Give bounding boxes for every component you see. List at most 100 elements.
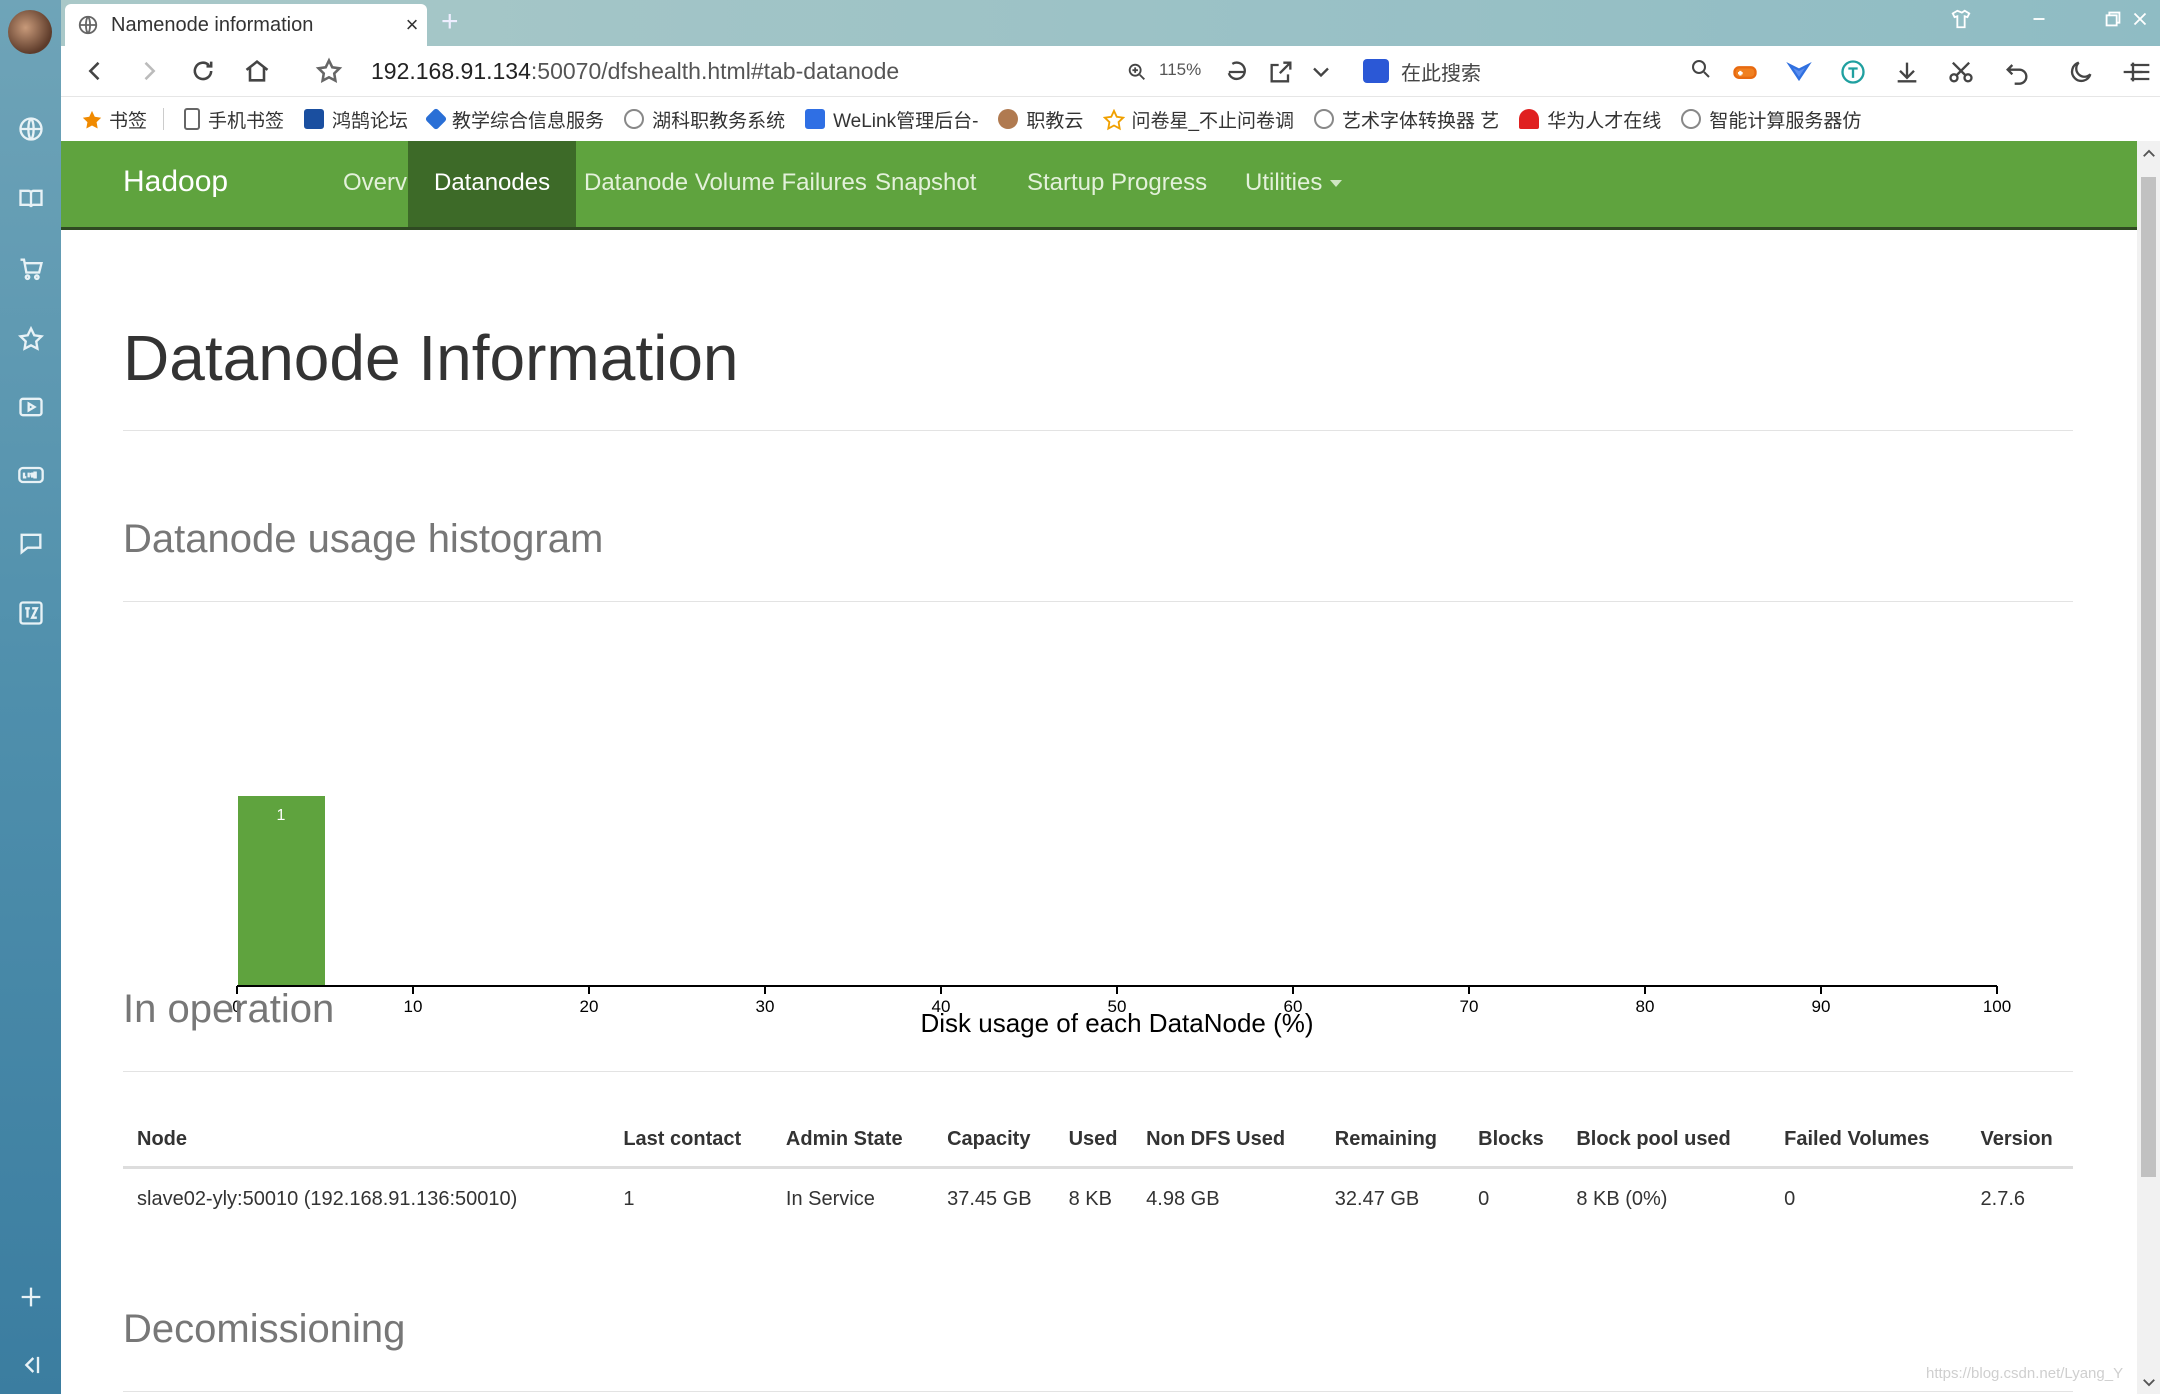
column-header: Blocks [1464, 1112, 1563, 1169]
nav-datanodes[interactable]: Datanodes [408, 141, 577, 227]
zoom-icon[interactable] [1125, 56, 1149, 88]
baidu-paw-icon[interactable] [1363, 59, 1389, 83]
table-cell: 4.98 GB [1146, 1187, 1220, 1210]
histogram-bar [238, 796, 325, 986]
night-mode-icon[interactable] [2065, 56, 2097, 88]
nav-snapshot[interactable]: Snapshot [849, 141, 1002, 227]
live-icon[interactable] [14, 458, 48, 492]
search-box[interactable]: 在此搜索 [1363, 56, 1713, 86]
divider [123, 1071, 2073, 1072]
bookmark-item[interactable]: 书签 [81, 106, 147, 133]
globe-icon [1314, 109, 1335, 129]
chevron-down-icon[interactable] [1305, 56, 1337, 88]
bookmark-label: 鸿鹄论坛 [332, 110, 409, 132]
vertical-scrollbar[interactable] [2137, 141, 2160, 1394]
wjx-star-icon [1103, 108, 1126, 131]
zoom-level[interactable]: 115% [1159, 60, 1201, 80]
tab-namenode-information[interactable]: Namenode information × [65, 4, 427, 46]
column-header: Last contact [609, 1112, 772, 1169]
book-icon[interactable] [14, 182, 48, 216]
menu-icon[interactable] [2124, 56, 2156, 88]
bookmark-item[interactable]: 鸿鹄论坛 [304, 106, 408, 133]
bookmark-item[interactable]: 华为人才在线 [1519, 106, 1661, 133]
translate-t-icon[interactable] [1837, 56, 1869, 88]
star-icon[interactable] [14, 322, 48, 356]
histogram-heading: Datanode usage histogram [123, 517, 604, 561]
bar-count-label: 1 [277, 807, 286, 824]
back-icon[interactable] [77, 54, 113, 88]
bookmark-star-icon[interactable] [311, 54, 347, 88]
reload-icon[interactable] [185, 54, 221, 88]
scroll-down-icon[interactable] [2139, 1373, 2158, 1391]
url-field[interactable]: 192.168.91.134:50070/dfshealth.html#tab-… [371, 58, 899, 85]
nav-startup-progress[interactable]: Startup Progress [1001, 141, 1233, 227]
address-bar: 192.168.91.134:50070/dfshealth.html#tab-… [61, 46, 2160, 97]
undo-icon[interactable] [2001, 56, 2033, 88]
close-window-icon[interactable] [2120, 8, 2160, 36]
new-tab-button[interactable]: + [441, 4, 459, 40]
shirt-icon[interactable] [1941, 8, 1981, 36]
search-input[interactable]: 在此搜索 [1401, 57, 1689, 86]
x-tick-label: 70 [1460, 997, 1479, 1016]
bookmark-item[interactable]: 艺术字体转换器 艺 [1314, 106, 1499, 133]
gamepad-icon[interactable] [1729, 56, 1761, 88]
globe-icon[interactable] [14, 112, 48, 146]
video-icon[interactable] [14, 390, 48, 424]
share-icon[interactable] [1265, 56, 1297, 88]
url-path: :50070/dfshealth.html#tab-datanode [530, 58, 900, 84]
close-tab-icon[interactable]: × [397, 12, 427, 38]
bookmark-label: 华为人才在线 [1547, 110, 1662, 132]
column-header: Admin State [771, 1112, 934, 1169]
collapse-sidebar-icon[interactable] [14, 1348, 48, 1382]
hadoop-navbar: Hadoop Overview Datanodes Datanode Volum… [61, 141, 2137, 230]
bookmark-item[interactable]: 职教云 [998, 106, 1083, 133]
bookmark-item[interactable]: 教学综合信息服务 [424, 106, 604, 133]
bookmark-label: 艺术字体转换器 艺 [1342, 110, 1500, 132]
page-title: Datanode Information [123, 322, 739, 394]
table-cell: 1 [623, 1187, 635, 1210]
x-tick-label: 10 [404, 997, 423, 1016]
table-cell: In Service [785, 1187, 875, 1210]
home-icon[interactable] [239, 54, 275, 88]
cart-icon[interactable] [14, 252, 48, 286]
bookmark-item[interactable]: WeLink管理后台- [805, 106, 978, 133]
watermark: https://blog.csdn.net/Lyang_Y [1926, 1365, 2124, 1382]
divider [123, 601, 2073, 602]
bookmark-label: WeLink管理后台- [833, 110, 979, 132]
ie-compat-icon[interactable] [1221, 56, 1253, 88]
translate-icon[interactable] [14, 596, 48, 630]
column-header: Non DFS Used [1132, 1112, 1321, 1169]
nav-utilities-dropdown[interactable]: Utilities [1219, 141, 1368, 227]
bookmark-item[interactable]: 智能计算服务器仿 [1681, 106, 1861, 133]
bookmark-divider [163, 108, 165, 130]
bird-icon[interactable] [1783, 56, 1815, 88]
bookmark-item[interactable]: 手机书签 [184, 106, 284, 133]
forward-icon[interactable] [131, 54, 167, 88]
scrollbar-thumb[interactable] [2141, 177, 2156, 1177]
avatar[interactable] [8, 10, 52, 54]
globe-icon [77, 14, 99, 36]
table-cell: 32.47 GB [1334, 1187, 1420, 1210]
divider [123, 1391, 2073, 1392]
bookmark-item[interactable]: 问卷星_不止问卷调 [1103, 106, 1294, 133]
x-tick-label: 80 [1636, 997, 1655, 1016]
scroll-up-icon[interactable] [2139, 145, 2158, 163]
download-icon[interactable] [1891, 56, 1923, 88]
browser-sidebar [0, 0, 61, 1394]
chat-icon[interactable] [14, 526, 48, 560]
hadoop-brand-link[interactable]: Hadoop [123, 165, 228, 199]
huawei-icon [1519, 109, 1540, 129]
table-cell: 8 KB [1068, 1187, 1112, 1210]
bookmark-item[interactable]: 湖科职教务系统 [624, 106, 785, 133]
search-icon[interactable] [1689, 57, 1713, 86]
datanodes-table: Node Last contact Admin State Capacity Used N… [123, 1112, 2073, 1229]
bookmarks-bar: 书签 手机书签 鸿鹄论坛 教学综合信息服务 湖科职教务系统 WeLink管理后台… [61, 97, 2160, 141]
nav-datanode-volume-failures[interactable]: Datanode Volume Failures [558, 141, 893, 227]
table-cell: 2.7.6 [1980, 1187, 2025, 1210]
table-cell: 37.45 GB [947, 1187, 1032, 1210]
add-icon[interactable] [14, 1280, 48, 1314]
globe-icon [624, 109, 645, 129]
scissors-icon[interactable] [1945, 56, 1977, 88]
minimize-icon[interactable] [2019, 8, 2059, 36]
table-cell: 0 [1478, 1187, 1490, 1210]
